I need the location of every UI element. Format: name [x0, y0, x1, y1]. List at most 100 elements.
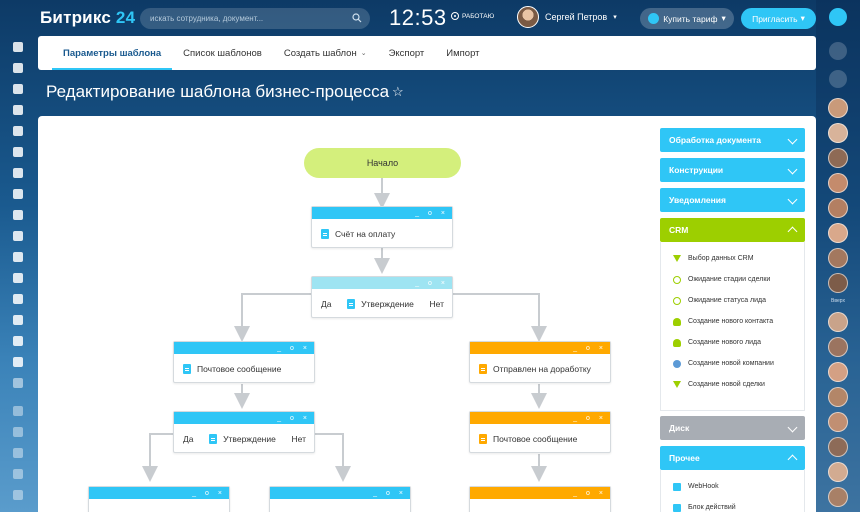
menu-item-icon[interactable]: [13, 469, 23, 479]
contact-avatar[interactable]: [828, 98, 848, 118]
activity-block[interactable]: _ o ×: [469, 486, 611, 512]
activity-block[interactable]: _ o ×: [88, 486, 230, 512]
list-item[interactable]: Создание нового лида: [661, 332, 804, 353]
minimize-icon[interactable]: _: [277, 345, 281, 352]
contact-avatar[interactable]: [828, 487, 848, 507]
menu-item-icon[interactable]: [13, 315, 23, 325]
menu-item-icon[interactable]: [13, 448, 23, 458]
section-disk[interactable]: Диск: [660, 416, 805, 440]
tab-template-params[interactable]: Параметры шаблона: [52, 36, 173, 70]
minimize-icon[interactable]: _: [573, 415, 577, 422]
settings-icon[interactable]: o: [586, 490, 590, 497]
list-item[interactable]: Ожидание стадии сделки: [661, 269, 804, 290]
activity-block-mail[interactable]: _ o × Почтовое сообщение: [469, 411, 611, 453]
close-icon[interactable]: ×: [303, 415, 307, 422]
menu-item-icon[interactable]: [13, 406, 23, 416]
tab-export[interactable]: Экспорт: [378, 36, 436, 70]
menu-item-icon[interactable]: [13, 126, 23, 136]
minimize-icon[interactable]: _: [277, 415, 281, 422]
contact-avatar[interactable]: [828, 312, 848, 332]
contact-avatar[interactable]: [828, 362, 848, 382]
contact-avatar[interactable]: [828, 412, 848, 432]
settings-icon[interactable]: o: [586, 345, 590, 352]
minimize-icon[interactable]: _: [373, 490, 377, 497]
minimize-icon[interactable]: _: [415, 210, 419, 217]
minimize-icon[interactable]: _: [573, 345, 577, 352]
settings-icon[interactable]: o: [290, 345, 294, 352]
settings-icon[interactable]: o: [428, 210, 432, 217]
close-icon[interactable]: ×: [218, 490, 222, 497]
settings-icon[interactable]: [13, 427, 23, 437]
activity-block-returned[interactable]: _ o × Отправлен на доработку: [469, 341, 611, 383]
work-status[interactable]: РАБОТАЮ: [451, 12, 494, 20]
tab-template-list[interactable]: Список шаблонов: [172, 36, 273, 70]
logo[interactable]: Битрикс 24: [40, 8, 135, 28]
contact-avatar[interactable]: [828, 437, 848, 457]
contact-avatar[interactable]: [828, 123, 848, 143]
activity-block[interactable]: _ o ×: [269, 486, 411, 512]
close-icon[interactable]: ×: [599, 345, 603, 352]
close-icon[interactable]: ×: [599, 415, 603, 422]
star-icon[interactable]: ☆: [392, 84, 404, 100]
menu-item-icon[interactable]: [13, 252, 23, 262]
contact-avatar[interactable]: [828, 337, 848, 357]
menu-item-icon[interactable]: [13, 231, 23, 241]
start-node[interactable]: Начало: [304, 148, 461, 178]
minimize-icon[interactable]: _: [415, 280, 419, 287]
list-item[interactable]: Блок действий: [661, 497, 804, 512]
contact-avatar[interactable]: [828, 223, 848, 243]
settings-icon[interactable]: o: [205, 490, 209, 497]
section-document-processing[interactable]: Обработка документа: [660, 128, 805, 152]
condition-block-approval[interactable]: _ o × Да Утверждение Нет: [173, 411, 315, 453]
menu-item-icon[interactable]: [13, 168, 23, 178]
activity-block-invoice[interactable]: _ o × Счёт на оплату: [311, 206, 453, 248]
menu-item-icon[interactable]: [13, 378, 23, 388]
search-icon[interactable]: [352, 13, 362, 23]
buy-tariff-button[interactable]: Купить тариф ▾: [640, 8, 734, 29]
menu-item-icon[interactable]: [13, 210, 23, 220]
contact-avatar[interactable]: [828, 148, 848, 168]
list-item[interactable]: Выбор данных CRM: [661, 248, 804, 269]
search-icon[interactable]: [829, 70, 847, 88]
notification-icon[interactable]: [829, 42, 847, 60]
close-icon[interactable]: ×: [441, 280, 445, 287]
list-item[interactable]: Создание новой компании: [661, 353, 804, 374]
menu-item-icon[interactable]: [13, 294, 23, 304]
tab-create-template[interactable]: Создать шаблон ⌄: [273, 36, 378, 70]
invite-button[interactable]: Пригласить ▾: [741, 8, 816, 29]
close-icon[interactable]: ×: [599, 490, 603, 497]
minimize-icon[interactable]: _: [573, 490, 577, 497]
menu-item-icon[interactable]: [13, 357, 23, 367]
help-icon[interactable]: [829, 8, 847, 26]
list-item[interactable]: Создание нового контакта: [661, 311, 804, 332]
search-input[interactable]: [150, 14, 350, 23]
settings-icon[interactable]: o: [290, 415, 294, 422]
close-icon[interactable]: ×: [399, 490, 403, 497]
section-constructions[interactable]: Конструкции: [660, 158, 805, 182]
condition-block-approval[interactable]: _ o × Да Утверждение Нет: [311, 276, 453, 318]
contact-avatar[interactable]: [828, 462, 848, 482]
contact-avatar[interactable]: [828, 173, 848, 193]
contact-avatar[interactable]: [828, 273, 848, 293]
section-other[interactable]: Прочее: [660, 446, 805, 470]
list-item[interactable]: Ожидание статуса лида: [661, 290, 804, 311]
menu-item-icon[interactable]: [13, 189, 23, 199]
add-icon[interactable]: [13, 490, 23, 500]
menu-item-icon[interactable]: [13, 336, 23, 346]
tab-import[interactable]: Импорт: [435, 36, 490, 70]
section-notifications[interactable]: Уведомления: [660, 188, 805, 212]
list-item[interactable]: Создание новой сделки: [661, 374, 804, 395]
settings-icon[interactable]: o: [386, 490, 390, 497]
list-item[interactable]: WebHook: [661, 476, 804, 497]
contact-avatar[interactable]: [828, 248, 848, 268]
settings-icon[interactable]: o: [586, 415, 590, 422]
menu-item-icon[interactable]: [13, 42, 23, 52]
close-icon[interactable]: ×: [303, 345, 307, 352]
close-icon[interactable]: ×: [441, 210, 445, 217]
user-menu[interactable]: Сергей Петров ▾: [517, 6, 617, 28]
menu-item-icon[interactable]: [13, 105, 23, 115]
contact-avatar[interactable]: [828, 198, 848, 218]
contact-avatar[interactable]: [828, 387, 848, 407]
settings-icon[interactable]: o: [428, 280, 432, 287]
menu-item-icon[interactable]: [13, 84, 23, 94]
